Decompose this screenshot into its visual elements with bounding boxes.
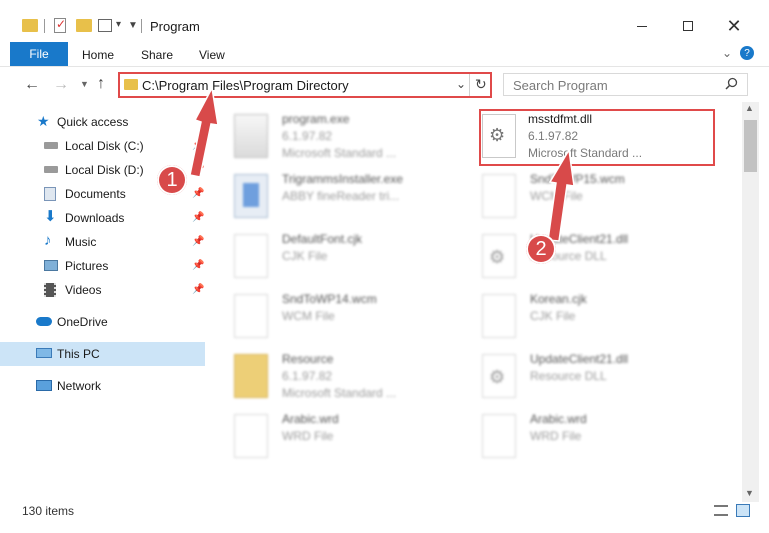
step-1-badge: 1 [157, 165, 187, 195]
step-2-badge: 2 [526, 234, 556, 264]
annotation-arrows [189, 85, 575, 242]
arrow-2 [547, 147, 575, 242]
arrow-1 [189, 85, 219, 178]
